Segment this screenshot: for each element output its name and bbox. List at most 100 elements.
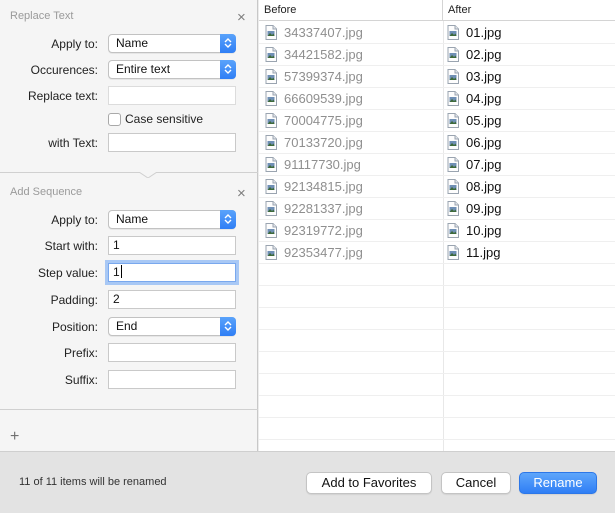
suffix-input[interactable] xyxy=(108,370,236,389)
step-value-input[interactable]: 1 xyxy=(108,263,236,282)
with-text-label: with Text: xyxy=(48,136,98,150)
sequence-apply-to-label: Apply to: xyxy=(51,213,98,227)
image-file-icon xyxy=(447,69,459,84)
occurrences-select[interactable]: Entire text xyxy=(108,60,236,79)
image-file-icon xyxy=(447,245,459,260)
image-file-icon xyxy=(447,179,459,194)
table-row[interactable]: 34421582.jpg 02.jpg xyxy=(259,44,615,66)
before-filename-text: 92353477.jpg xyxy=(284,245,363,260)
after-filename-text: 01.jpg xyxy=(466,25,502,40)
actions-panel: Replace Text × Apply to: Name Occurences… xyxy=(0,0,258,451)
before-filename: 92134815.jpg xyxy=(265,176,363,198)
before-filename-text: 70004775.jpg xyxy=(284,113,363,128)
table-row[interactable]: 91117730.jpg 07.jpg xyxy=(259,154,615,176)
image-file-icon xyxy=(265,69,277,84)
step-value-text: 1 xyxy=(113,265,120,279)
add-sequence-title: Add Sequence xyxy=(10,186,83,198)
column-header-before[interactable]: Before xyxy=(259,0,443,21)
prefix-input[interactable] xyxy=(108,343,236,362)
image-file-icon xyxy=(265,135,277,150)
before-filename: 34337407.jpg xyxy=(265,22,363,44)
text-caret xyxy=(120,265,122,278)
image-file-icon xyxy=(447,135,459,150)
replace-apply-to-select[interactable]: Name xyxy=(108,34,236,53)
before-filename: 34421582.jpg xyxy=(265,44,363,66)
image-file-icon xyxy=(447,47,459,62)
position-select[interactable]: End xyxy=(108,317,236,336)
image-file-icon xyxy=(447,113,459,128)
replace-apply-to-value: Name xyxy=(116,36,149,50)
image-file-icon xyxy=(265,25,277,40)
image-file-icon xyxy=(265,179,277,194)
after-filename-text: 04.jpg xyxy=(466,91,502,106)
occurrences-value: Entire text xyxy=(116,62,171,76)
rename-button[interactable]: Rename xyxy=(519,472,597,494)
after-filename-text: 08.jpg xyxy=(466,179,502,194)
image-file-icon xyxy=(265,91,277,106)
chevron-updown-icon xyxy=(220,60,236,79)
replace-text-title: Replace Text xyxy=(10,10,74,22)
table-row[interactable]: 70004775.jpg 05.jpg xyxy=(259,110,615,132)
padding-input[interactable]: 2 xyxy=(108,290,236,309)
after-filename: 05.jpg xyxy=(447,110,501,132)
replace-text-label: Replace text: xyxy=(27,89,98,103)
after-filename: 11.jpg xyxy=(447,242,500,264)
before-filename-text: 92281337.jpg xyxy=(284,201,363,216)
case-sensitive-checkbox[interactable] xyxy=(108,113,121,126)
after-filename-text: 07.jpg xyxy=(466,157,502,172)
empty-table-row xyxy=(259,352,615,374)
before-filename: 92319772.jpg xyxy=(265,220,363,242)
after-filename: 06.jpg xyxy=(447,132,501,154)
before-filename-text: 91117730.jpg xyxy=(284,157,361,172)
chevron-updown-icon xyxy=(220,210,236,229)
after-filename: 03.jpg xyxy=(447,66,501,88)
before-filename-text: 92319772.jpg xyxy=(284,223,363,238)
image-file-icon xyxy=(265,223,277,238)
replace-text-close-icon[interactable]: × xyxy=(237,10,246,25)
case-sensitive-label: Case sensitive xyxy=(125,112,204,126)
empty-table-row xyxy=(259,264,615,286)
after-filename: 10.jpg xyxy=(447,220,501,242)
table-row[interactable]: 92353477.jpg 11.jpg xyxy=(259,242,615,264)
before-filename: 70133720.jpg xyxy=(265,132,363,154)
cancel-button[interactable]: Cancel xyxy=(441,472,511,494)
chevron-updown-icon xyxy=(220,34,236,53)
after-filename: 08.jpg xyxy=(447,176,501,198)
position-value: End xyxy=(116,319,138,333)
section-divider xyxy=(0,172,258,173)
table-row[interactable]: 70133720.jpg 06.jpg xyxy=(259,132,615,154)
after-filename: 04.jpg xyxy=(447,88,501,110)
table-row[interactable]: 34337407.jpg 01.jpg xyxy=(259,22,615,44)
start-with-label: Start with: xyxy=(44,239,98,253)
position-label: Position: xyxy=(51,320,98,334)
before-filename: 92353477.jpg xyxy=(265,242,363,264)
step-value-label: Step value: xyxy=(37,266,98,280)
column-header-after[interactable]: After xyxy=(443,0,615,21)
image-file-icon xyxy=(265,157,277,172)
before-filename: 66609539.jpg xyxy=(265,88,363,110)
image-file-icon xyxy=(447,157,459,172)
with-text-input[interactable] xyxy=(108,133,236,152)
empty-table-row xyxy=(259,286,615,308)
table-row[interactable]: 57399374.jpg 03.jpg xyxy=(259,66,615,88)
add-sequence-close-icon[interactable]: × xyxy=(237,186,246,201)
after-filename-text: 05.jpg xyxy=(466,113,502,128)
table-row[interactable]: 66609539.jpg 04.jpg xyxy=(259,88,615,110)
status-text: 11 of 11 items will be renamed xyxy=(19,476,167,488)
table-row[interactable]: 92281337.jpg 09.jpg xyxy=(259,198,615,220)
rename-preview-table: Before After 34337407.jpg 01.jpg 34421582.… xyxy=(259,0,615,451)
after-filename-text: 11.jpg xyxy=(466,245,501,260)
start-with-input[interactable]: 1 xyxy=(108,236,236,255)
image-file-icon xyxy=(447,25,459,40)
add-to-favorites-button[interactable]: Add to Favorites xyxy=(306,472,432,494)
after-filename: 07.jpg xyxy=(447,154,501,176)
empty-table-row xyxy=(259,396,615,418)
table-row[interactable]: 92134815.jpg 08.jpg xyxy=(259,176,615,198)
replace-text-input[interactable] xyxy=(108,86,236,105)
after-filename: 09.jpg xyxy=(447,198,501,220)
add-action-icon[interactable]: + xyxy=(10,429,19,445)
padding-label: Padding: xyxy=(50,293,98,307)
sequence-apply-to-select[interactable]: Name xyxy=(108,210,236,229)
after-filename-text: 02.jpg xyxy=(466,47,502,62)
table-row[interactable]: 92319772.jpg 10.jpg xyxy=(259,220,615,242)
